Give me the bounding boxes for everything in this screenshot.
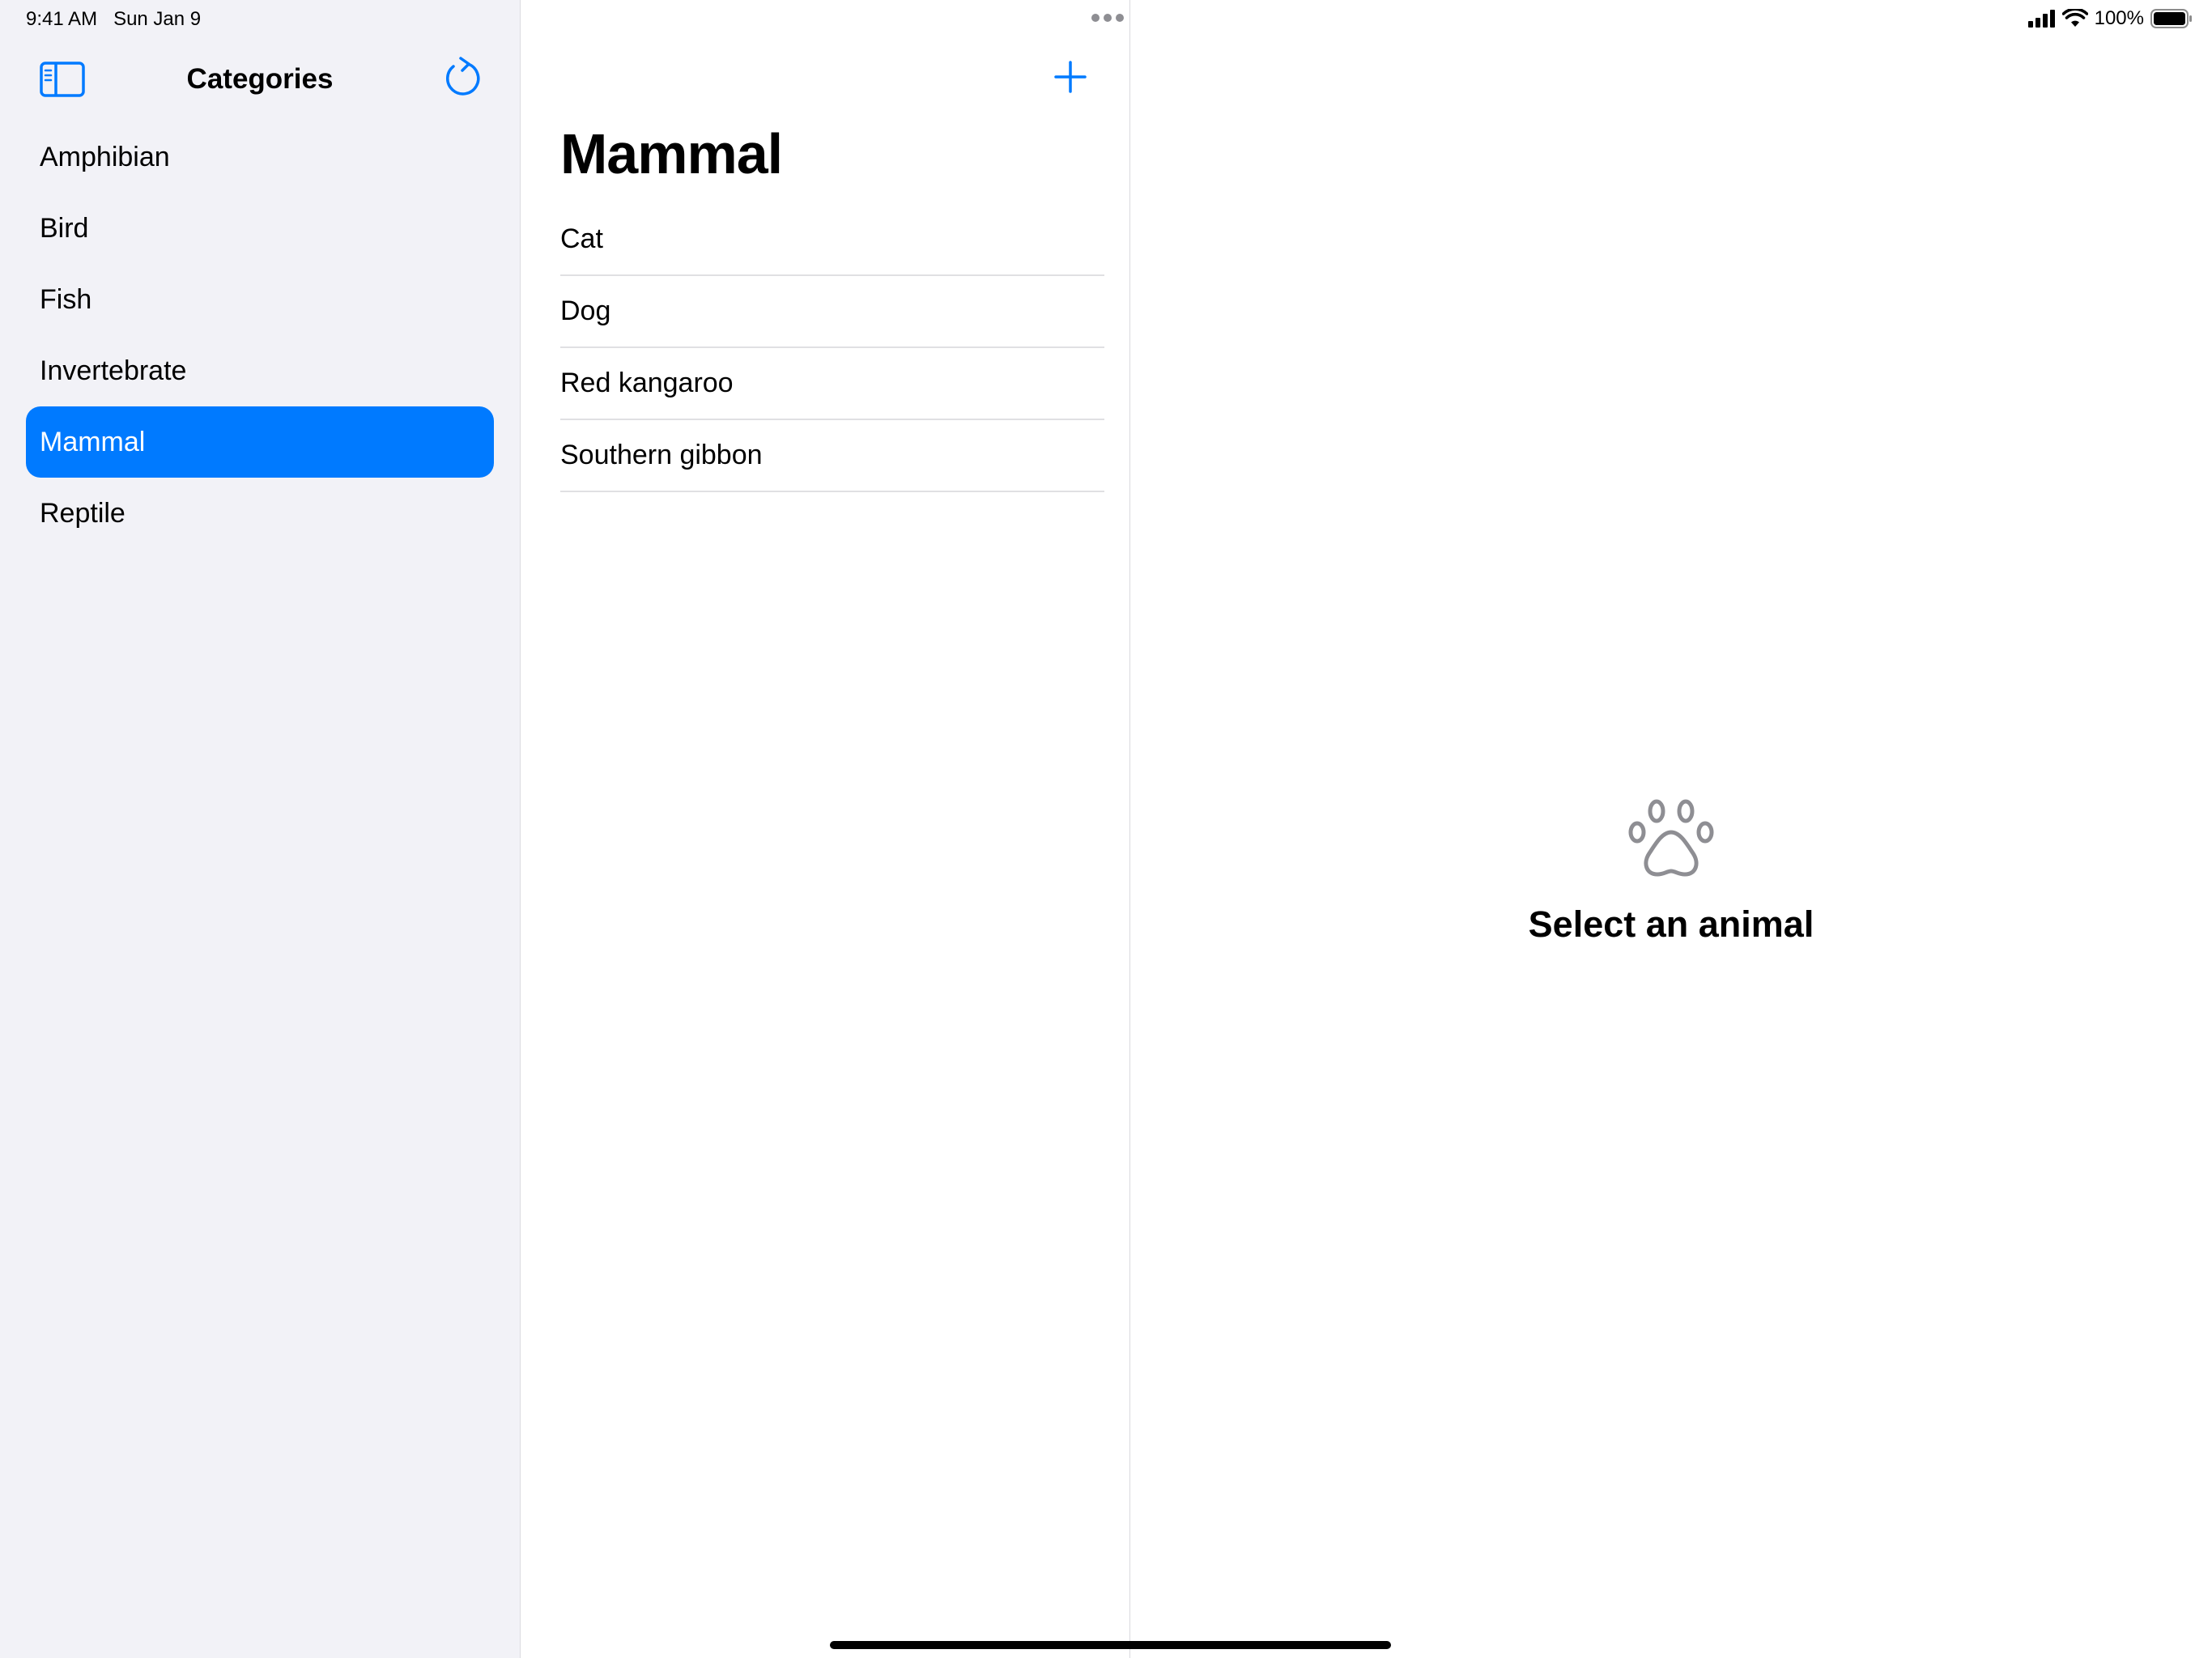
sidebar-item-amphibian[interactable]: Amphibian [26,121,494,193]
list-item[interactable]: Dog [560,276,1104,348]
add-icon[interactable] [1050,57,1091,97]
status-bar-left: 9:41 AM Sun Jan 9 [26,8,217,31]
detail-column: Select an animal [1130,0,2212,1658]
home-indicator[interactable] [830,1641,1391,1649]
status-time: 9:41 AM [26,8,98,30]
sidebar-item-bird[interactable]: Bird [26,193,494,264]
sidebar-item-fish[interactable]: Fish [26,264,494,335]
list-item[interactable]: Red kangaroo [560,348,1104,420]
animal-list: Cat Dog Red kangaroo Southern gibbon [560,204,1104,492]
status-bar-right: 100% [2027,6,2193,31]
status-date: Sun Jan 9 [113,8,202,30]
cellular-signal-icon [2027,10,2055,28]
battery-percent: 100% [2094,7,2144,29]
battery-icon [2150,9,2192,28]
sidebar-header: Categories [0,52,520,108]
list-item[interactable]: Cat [560,204,1104,276]
wifi-icon [2061,9,2088,27]
sidebar-item-reptile[interactable]: Reptile [26,478,494,549]
empty-state: Select an animal [1130,793,2212,946]
category-list: Amphibian Bird Fish Invertebrate Mammal … [26,121,494,549]
sidebar-item-invertebrate[interactable]: Invertebrate [26,335,494,406]
sidebar: Categories Amphibian Bird Fish Invertebr… [0,0,521,1658]
animal-list-column: Mammal Cat Dog Red kangaroo Southern gib… [521,0,1130,1658]
list-item[interactable]: Southern gibbon [560,420,1104,492]
refresh-icon[interactable] [440,57,484,100]
pawprint-icon [1628,799,1714,877]
empty-state-message: Select an animal [1528,903,1814,945]
sidebar-item-mammal[interactable]: Mammal [26,406,494,478]
multitasking-dots[interactable] [1091,14,1124,22]
page-title: Mammal [560,122,783,185]
